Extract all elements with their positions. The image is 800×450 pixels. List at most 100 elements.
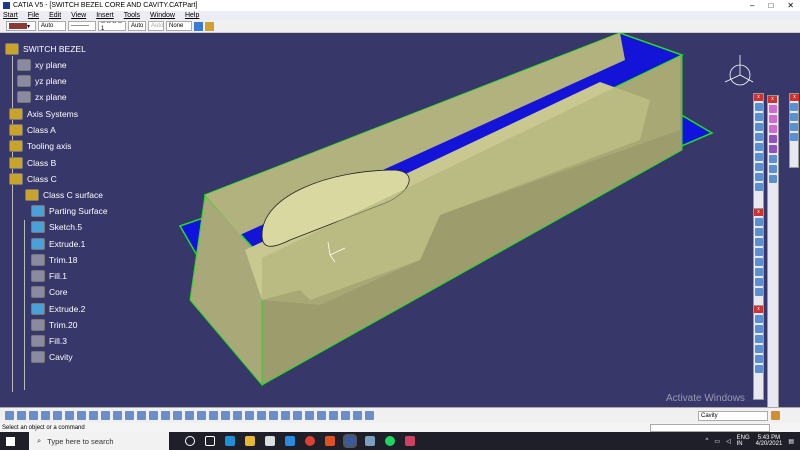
formula-icon[interactable] [125, 411, 134, 420]
tool-icon[interactable] [769, 175, 777, 183]
menu-window[interactable]: Window [150, 12, 175, 19]
tool-icon[interactable] [754, 228, 763, 236]
tool-icon[interactable] [754, 355, 763, 363]
menu-file[interactable]: File [28, 12, 39, 19]
minimize-button[interactable]: – [750, 1, 754, 10]
redo-icon[interactable] [101, 411, 110, 420]
language-indicator[interactable]: ENG IN [737, 435, 750, 447]
shading-icon[interactable] [245, 411, 254, 420]
zoom-out-icon[interactable] [209, 411, 218, 420]
tree-item-cavity[interactable]: Cavity [31, 350, 73, 364]
tool-icon[interactable] [754, 113, 763, 121]
tree-item-class-c[interactable]: Class C [9, 172, 57, 186]
tree-item-yz-plane[interactable]: yz plane [17, 74, 67, 88]
tool-icon[interactable] [790, 123, 798, 131]
tool-icon[interactable] [769, 105, 777, 113]
menu-help[interactable]: Help [185, 12, 199, 19]
layer-select[interactable]: None [166, 21, 192, 31]
tool-icon[interactable] [754, 173, 763, 181]
tool-icon[interactable] [754, 335, 763, 343]
windows-start-icon[interactable] [6, 436, 15, 446]
tree-item-core[interactable]: Core [31, 285, 67, 299]
new-icon[interactable] [5, 411, 14, 420]
spotify-icon[interactable] [385, 436, 395, 446]
toolbar-close-button[interactable]: x [768, 96, 777, 103]
toolbar-close-button[interactable]: x [754, 209, 763, 216]
tool-icon[interactable] [754, 315, 763, 323]
print-icon[interactable] [41, 411, 50, 420]
tree-item-extrude-1[interactable]: Extrude.1 [31, 237, 85, 251]
tree-item-fill-1[interactable]: Fill.1 [31, 269, 67, 283]
network-icon[interactable]: ▭ [714, 438, 720, 445]
tool-icon[interactable] [754, 218, 763, 226]
painter-icon[interactable] [194, 21, 203, 31]
mail-icon[interactable] [285, 436, 295, 446]
fit-all-icon[interactable] [161, 411, 170, 420]
knowledge-icon[interactable] [137, 411, 146, 420]
taskbar-search[interactable]: ⌕ Type here to search [29, 432, 169, 450]
menu-start[interactable]: Start [3, 12, 18, 19]
tool-icon[interactable] [754, 123, 763, 131]
part-geometry[interactable] [0, 33, 800, 407]
task-view-icon[interactable] [205, 436, 215, 446]
open-icon[interactable] [17, 411, 26, 420]
tree-item-tooling-axis[interactable]: Tooling axis [9, 139, 71, 153]
tool-icon[interactable] [769, 115, 777, 123]
copy-icon[interactable] [65, 411, 74, 420]
tree-item-zx-plane[interactable]: zx plane [17, 90, 67, 104]
tool-icon[interactable] [754, 153, 763, 161]
toolbar-close-button[interactable]: x [790, 94, 799, 101]
tree-root[interactable]: SWITCH BEZEL [5, 42, 86, 56]
menu-insert[interactable]: Insert [96, 12, 114, 19]
volume-icon[interactable]: ◁ [726, 438, 731, 445]
iso-view-icon[interactable] [233, 411, 242, 420]
plane-icon[interactable] [341, 411, 350, 420]
undo-icon[interactable] [89, 411, 98, 420]
toolbar-close-button[interactable]: x [754, 94, 763, 101]
dash-select[interactable]: -- -- -- -- 1 [98, 20, 126, 32]
properties-painter-icon[interactable] [205, 21, 214, 31]
tree-item-class-a[interactable]: Class A [9, 123, 56, 137]
catia-taskbar-icon[interactable] [343, 434, 357, 448]
toolbar-close-button[interactable]: x [754, 306, 763, 313]
command-input[interactable] [650, 423, 770, 432]
tool-icon[interactable] [769, 165, 777, 173]
thickness-select[interactable]: Auto [128, 21, 146, 31]
line-icon[interactable] [329, 411, 338, 420]
app-icon[interactable] [405, 436, 415, 446]
close-button[interactable]: ✕ [787, 1, 794, 10]
normal-view-icon[interactable] [221, 411, 230, 420]
chrome-icon[interactable] [305, 436, 315, 446]
tool-icon[interactable] [754, 133, 763, 141]
file-explorer-icon[interactable] [245, 436, 255, 446]
tool-icon[interactable] [754, 143, 763, 151]
hide-show-icon[interactable] [257, 411, 266, 420]
insert-body-icon[interactable] [365, 411, 374, 420]
tree-item-fill-3[interactable]: Fill.3 [31, 334, 67, 348]
tool-icon[interactable] [769, 145, 777, 153]
tree-item-class-b[interactable]: Class B [9, 156, 56, 170]
tree-item-xy-plane[interactable]: xy plane [17, 58, 67, 72]
notifications-icon[interactable]: ▤ [788, 438, 794, 445]
paste-icon[interactable] [77, 411, 86, 420]
tray-chevron-icon[interactable]: ^ [705, 438, 708, 444]
tool-icon[interactable] [754, 103, 763, 111]
menu-tools[interactable]: Tools [124, 12, 140, 19]
swap-space-icon[interactable] [269, 411, 278, 420]
tree-item-parting-surface[interactable]: Parting Surface [31, 204, 108, 218]
tree-item-class-c-surface[interactable]: Class C surface [25, 188, 103, 202]
grid-icon[interactable] [353, 411, 362, 420]
current-body-select[interactable]: Cavity [698, 410, 768, 421]
point-icon[interactable] [317, 411, 326, 420]
tree-item-trim-20[interactable]: Trim.20 [31, 318, 78, 332]
clock[interactable]: 5:43 PM 4/20/2021 [756, 435, 783, 447]
tool-icon[interactable] [754, 278, 763, 286]
whats-this-icon[interactable] [113, 411, 122, 420]
tool-icon[interactable] [754, 258, 763, 266]
menu-edit[interactable]: Edit [49, 12, 61, 19]
tree-item-sketch-5[interactable]: Sketch.5 [31, 220, 82, 234]
tool-icon[interactable] [754, 325, 763, 333]
tool-icon[interactable] [769, 155, 777, 163]
rotate-icon[interactable] [185, 411, 194, 420]
tree-item-extrude-2[interactable]: Extrude.2 [31, 302, 85, 316]
